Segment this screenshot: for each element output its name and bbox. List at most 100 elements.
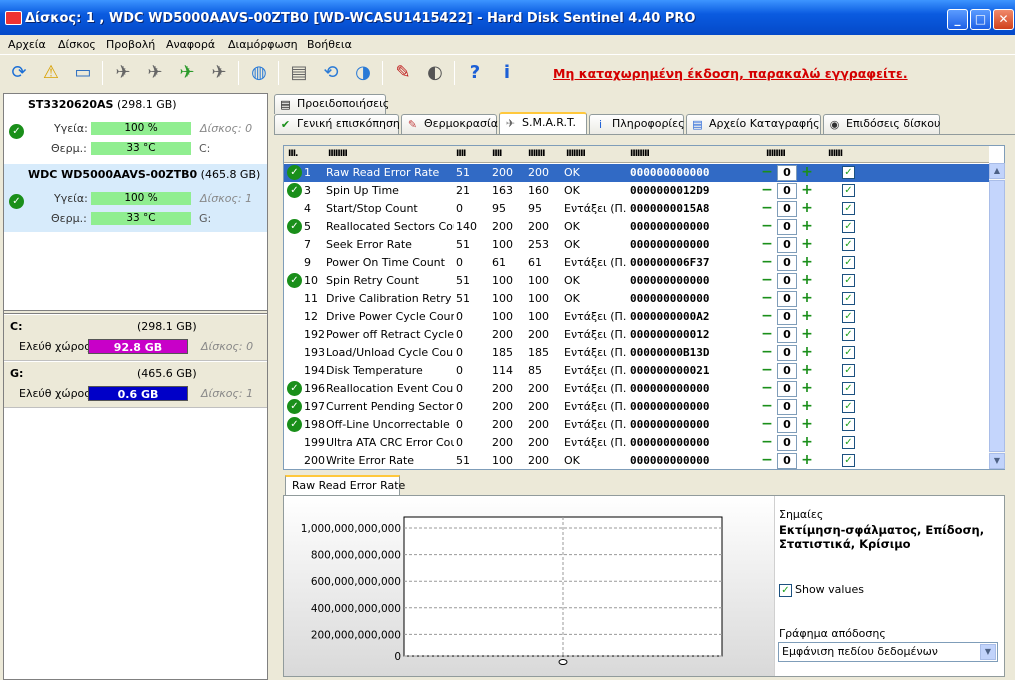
enabled-checkbox[interactable]: ✓ (842, 166, 855, 179)
minus-icon[interactable]: − (760, 309, 774, 325)
table-row[interactable]: ✓5Reallocated Sectors Count140200200OK00… (284, 218, 989, 236)
offset-value[interactable]: 0 (777, 219, 797, 235)
enabled-checkbox[interactable]: ✓ (842, 328, 855, 341)
partition-item-c[interactable]: C: (298.1 GB) Ελεύθ χώρος 92.8 GB Δίσκος… (4, 315, 267, 361)
tab-information[interactable]: i Πληροφορίες (589, 114, 685, 134)
enabled-checkbox[interactable]: ✓ (842, 184, 855, 197)
offset-value[interactable]: 0 (777, 291, 797, 307)
minus-icon[interactable]: − (760, 255, 774, 271)
menu-disk[interactable]: Δίσκος (58, 38, 96, 51)
minus-icon[interactable]: − (760, 345, 774, 361)
satellite-refresh-icon[interactable]: ✈ (142, 60, 168, 86)
offset-value[interactable]: 0 (777, 255, 797, 271)
show-values-checkbox[interactable]: ✓ (779, 584, 792, 597)
tab-temperature[interactable]: ✎ Θερμοκρασία (401, 114, 498, 134)
enabled-checkbox[interactable]: ✓ (842, 256, 855, 269)
splitter[interactable] (4, 310, 267, 314)
tab-alerts[interactable]: ▤ Προειδοποιήσεις (274, 94, 389, 114)
tab-smart[interactable]: ✈ S.M.A.R.T. (499, 112, 587, 134)
table-row[interactable]: ✓198Off-Line Uncorrectable S...0200200Εν… (284, 416, 989, 434)
info-icon[interactable]: i (494, 60, 520, 86)
offset-value[interactable]: 0 (777, 201, 797, 217)
offset-value[interactable]: 0 (777, 399, 797, 415)
table-row[interactable]: ✓ 3 Spin Up Time 21 163 160 OK 0000000012D9−0 + ✓ (284, 182, 989, 200)
offset-value[interactable]: 0 (777, 237, 797, 253)
table-row[interactable]: ✓ 10 Spin Retry Count 51 100 100 OK 00000000000… (284, 272, 989, 290)
enabled-checkbox[interactable]: ✓ (842, 310, 855, 323)
col-name[interactable]: ΙΙΙΙΙΙΙΙ (328, 146, 348, 163)
minus-icon[interactable]: − (760, 273, 774, 289)
offset-value[interactable]: 0 (777, 165, 797, 181)
enabled-checkbox[interactable]: ✓ (842, 220, 855, 233)
plus-icon[interactable]: + (800, 291, 814, 307)
enabled-checkbox[interactable]: ✓ (842, 292, 855, 305)
plus-icon[interactable]: + (800, 183, 814, 199)
col-id[interactable]: ΙΙΙ. (288, 146, 299, 163)
menu-help[interactable]: Βοήθεια (307, 38, 352, 51)
offset-value[interactable]: 0 (777, 345, 797, 361)
plus-icon[interactable]: + (800, 309, 814, 325)
col-data[interactable]: ΙΙΙΙΙΙΙΙ (630, 146, 650, 163)
tab-performance[interactable]: ◉ Επιδόσεις δίσκου (823, 114, 940, 134)
offset-value[interactable]: 0 (777, 327, 797, 343)
tab-attribute-chart[interactable]: Raw Read Error Rate (285, 475, 405, 496)
col-threshold[interactable]: ΙΙΙΙ (456, 146, 466, 163)
menu-configuration[interactable]: Διαμόρφωση (228, 38, 298, 51)
table-row[interactable]: 194Disk Temperature011485Εντάξει (Π...00… (284, 362, 989, 380)
enabled-checkbox[interactable]: ✓ (842, 418, 855, 431)
offset-value[interactable]: 0 (777, 381, 797, 397)
plus-icon[interactable]: + (800, 363, 814, 379)
update-icon[interactable]: ⟲ (318, 60, 344, 86)
offset-value[interactable]: 0 (777, 435, 797, 451)
satellite-icon[interactable]: ✈ (110, 60, 136, 86)
minus-icon[interactable]: − (760, 201, 774, 217)
enabled-checkbox[interactable]: ✓ (842, 400, 855, 413)
menu-view[interactable]: Προβολή (106, 38, 155, 51)
plus-icon[interactable]: + (800, 237, 814, 253)
report-icon[interactable]: ✎ (390, 60, 416, 86)
offset-value[interactable]: 0 (777, 363, 797, 379)
col-worst[interactable]: ΙΙΙΙΙΙΙ (528, 146, 545, 163)
minus-icon[interactable]: − (760, 183, 774, 199)
minus-icon[interactable]: − (760, 327, 774, 343)
offset-value[interactable]: 0 (777, 183, 797, 199)
table-row[interactable]: ✓ 1 Raw Read Error Rate 51 200 200 OK 000000000… (284, 164, 989, 182)
globe-icon[interactable]: ◍ (246, 60, 272, 86)
menu-file[interactable]: Αρχεία (8, 38, 46, 51)
table-row[interactable]: 4Start/Stop Count09595Εντάξει (Π...00000… (284, 200, 989, 218)
disk-item-1[interactable]: WDC WD5000AAVS-00ZTB0 (465.8 GB) ✓ Υγεία… (4, 164, 267, 232)
enabled-checkbox[interactable]: ✓ (842, 436, 855, 449)
offset-value[interactable]: 0 (777, 309, 797, 325)
disk-icon[interactable]: ▭ (70, 60, 96, 86)
minus-icon[interactable]: − (760, 291, 774, 307)
plus-icon[interactable]: + (800, 453, 814, 469)
table-row[interactable]: 9Power On Time Count06161Εντάξει (Π...00… (284, 254, 989, 272)
minimize-button[interactable]: _ (947, 9, 968, 30)
document-icon[interactable]: ▤ (286, 60, 312, 86)
enabled-checkbox[interactable]: ✓ (842, 346, 855, 359)
tab-overview[interactable]: ✔ Γενική επισκόπηση (274, 114, 400, 134)
network-icon[interactable]: ◑ (350, 60, 376, 86)
enabled-checkbox[interactable]: ✓ (842, 274, 855, 287)
offset-value[interactable]: 0 (777, 453, 797, 469)
scroll-down-icon[interactable]: ▼ (989, 453, 1005, 469)
enabled-checkbox[interactable]: ✓ (842, 364, 855, 377)
offset-value[interactable]: 0 (777, 273, 797, 289)
table-row[interactable]: 11 Drive Calibration Retry Co...51 100 100 O… (284, 290, 989, 308)
satellite-ok-icon[interactable]: ✈ (174, 60, 200, 86)
table-row[interactable]: 199Ultra ATA CRC Error Count0200200Εντάξ… (284, 434, 989, 452)
minus-icon[interactable]: − (760, 453, 774, 469)
sound-icon[interactable]: ◐ (422, 60, 448, 86)
minus-icon[interactable]: − (760, 237, 774, 253)
plus-icon[interactable]: + (800, 255, 814, 271)
warning-icon[interactable]: ⚠ (38, 60, 64, 86)
satellite-settings-icon[interactable]: ✈ (206, 60, 232, 86)
chart-mode-select[interactable]: Εμφάνιση πεδίου δεδομένων ▼ (778, 642, 998, 662)
enabled-checkbox[interactable]: ✓ (842, 454, 855, 467)
table-row[interactable]: ✓ 196 Reallocation Event Count 0 200 200 Εντάξ… (284, 380, 989, 398)
close-button[interactable]: ✕ (993, 9, 1014, 30)
scroll-up-icon[interactable]: ▲ (989, 163, 1005, 179)
menu-report[interactable]: Αναφορά (166, 38, 215, 51)
disk-item-0[interactable]: ST3320620AS (298.1 GB) ✓ Υγεία: 100 % Δί… (4, 94, 267, 162)
maximize-button[interactable]: □ (970, 9, 991, 30)
